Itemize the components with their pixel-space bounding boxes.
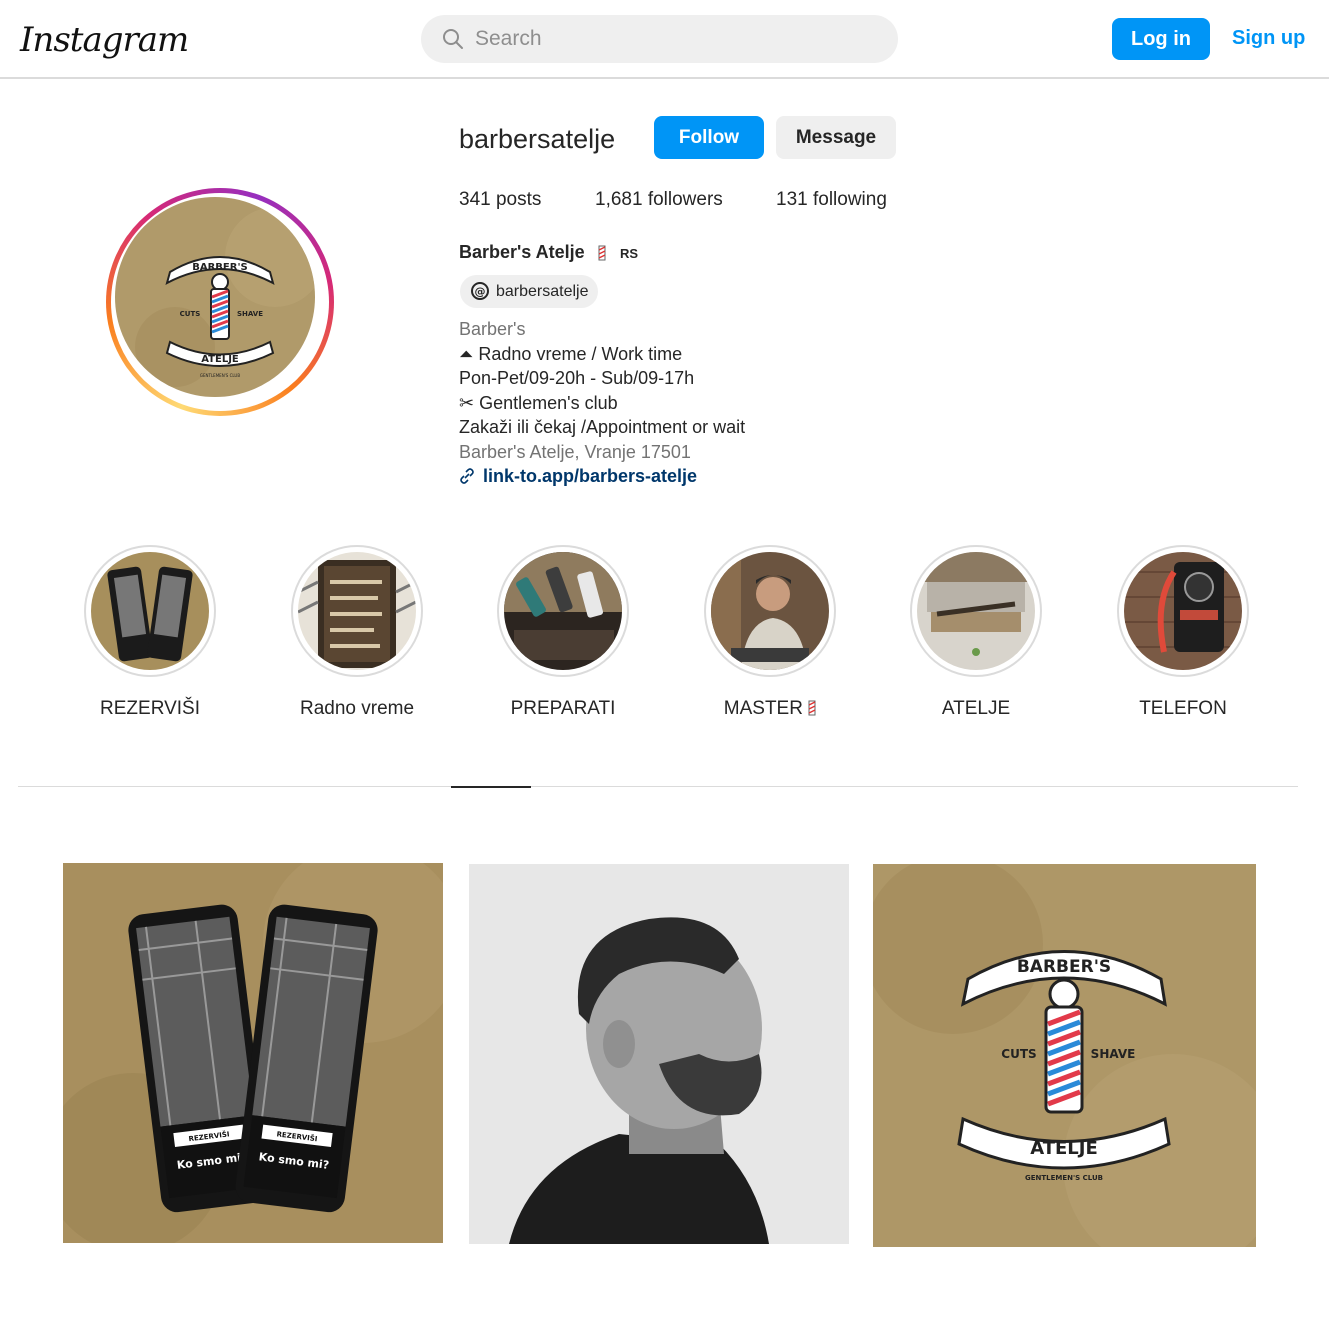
search-input[interactable] [475,15,875,63]
profile-avatar-story-ring[interactable]: BARBER'S CUTS SHAVE ATELJE GENTLEMEN'S C… [106,188,334,416]
barber-pole-icon [808,700,816,716]
highlight-label: TELEFON [1139,698,1227,719]
barber-pole-icon [598,245,606,261]
post-logo-bottom-text: ATELJE [1030,1138,1098,1159]
highlight-preparati[interactable]: PREPARATI [493,545,633,720]
link-icon [460,468,474,484]
top-navigation-bar: Instagram Log in Sign up [0,0,1329,79]
follow-button[interactable]: Follow [654,116,764,159]
post-tile-3[interactable]: BARBER'S CUTS SHAVE ATELJE GENTLEMEN'S C… [873,864,1256,1247]
threads-handle: barbersatelje [496,283,589,300]
profile-link[interactable]: link-to.app/barbers-atelje [459,466,697,487]
barbers-atelje-logo-post-icon: BARBER'S CUTS SHAVE ATELJE GENTLEMEN'S C… [873,864,1256,1247]
highlight-rezervisi[interactable]: REZERVIŠI [80,545,220,720]
logo-bottom-text: ATELJE [201,354,239,365]
followers-count[interactable]: 1,681 followers [595,189,723,211]
phones-thumbnail-icon [91,552,209,670]
posts-count: 341 posts [459,189,542,210]
post-logo-top-text: BARBER'S [1017,957,1111,977]
profile-location[interactable]: Barber's Atelje, Vranje 17501 [459,442,691,463]
logo-tagline-text: GENTLEMEN'S CLUB [200,373,240,378]
logo-right-text: SHAVE [237,310,263,318]
post-tile-1[interactable]: REZERVIŠI Ko smo mi? REZERVIŠI Ko smo mi… [63,863,443,1243]
highlight-master[interactable]: MASTER [700,545,840,720]
profile-link-text: link-to.app/barbers-atelje [483,466,698,486]
sign-up-link[interactable]: Sign up [1232,27,1305,50]
highlight-label: PREPARATI [510,698,616,719]
svg-text:@: @ [475,285,486,298]
post-logo-left-text: CUTS [1001,1047,1036,1061]
display-name: Barber's Atelje [459,242,585,262]
instagram-logo[interactable]: Instagram [20,20,189,60]
shop-interior-thumbnail-icon [917,552,1035,670]
profile-avatar: BARBER'S CUTS SHAVE ATELJE GENTLEMEN'S C… [115,197,315,397]
highlight-atelje[interactable]: ATELJE [906,545,1046,720]
posts-tab-active-indicator[interactable] [451,786,531,788]
highlight-label: MASTER [700,698,840,720]
search-box[interactable] [421,15,898,63]
logo-left-text: CUTS [180,310,201,318]
haircut-profile-photo-post-icon [469,864,849,1244]
message-button[interactable]: Message [776,116,896,159]
threads-icon: @ [471,282,489,300]
highlight-radno-vreme[interactable]: Radno vreme [287,545,427,720]
products-thumbnail-icon [504,552,622,670]
bio-line-3: ✂ Gentlemen's club [459,393,618,413]
country-badge: RS [620,246,639,261]
barbers-atelje-logo-icon: BARBER'S CUTS SHAVE ATELJE GENTLEMEN'S C… [115,197,315,397]
app-phones-post-icon: REZERVIŠI Ko smo mi? REZERVIŠI Ko smo mi… [63,863,443,1243]
barber-photo-thumbnail-icon [711,552,829,670]
bio-line-4: Zakaži ili čekaj /Appointment or wait [459,417,746,437]
highlight-master-text: MASTER [723,698,803,719]
profile-username: barbersatelje [459,124,616,154]
bio-line-1: ⏶ Radno vreme / Work time [459,344,683,364]
following-count[interactable]: 131 following [776,189,887,211]
bio-line-2: Pon-Pet/09-20h - Sub/09-17h [459,368,695,388]
highlight-label: Radno vreme [299,698,415,719]
profile-category: Barber's [459,319,526,339]
log-in-button[interactable]: Log in [1112,18,1210,60]
logo-top-text: BARBER'S [192,262,247,273]
threads-link[interactable]: @ barbersatelje [460,275,598,308]
highlight-telefon[interactable]: TELEFON [1113,545,1253,720]
highlight-label: ATELJE [941,698,1011,719]
post-tile-2[interactable] [469,864,849,1244]
post-logo-right-text: SHAVE [1091,1047,1136,1061]
telephone-thumbnail-icon [1124,552,1242,670]
posts-tab-divider [18,786,1298,787]
search-icon [443,29,463,49]
highlight-label: REZERVIŠI [100,698,200,719]
post-logo-tagline-text: GENTLEMEN'S CLUB [1025,1174,1103,1182]
hours-board-thumbnail-icon [298,552,416,670]
